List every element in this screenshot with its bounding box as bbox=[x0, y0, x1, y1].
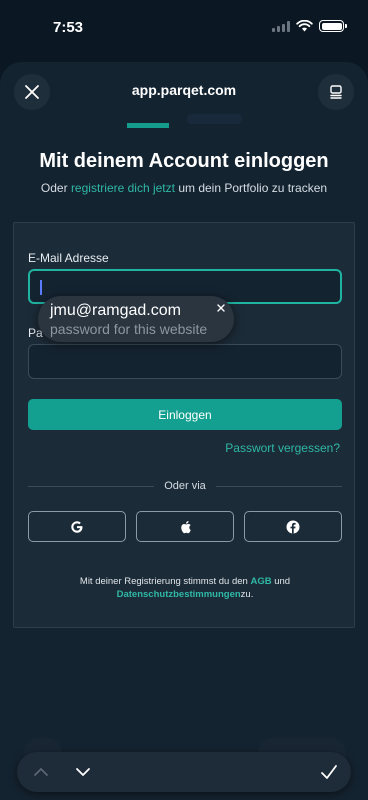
status-time: 7:53 bbox=[53, 19, 84, 36]
terms-and: und bbox=[271, 576, 291, 587]
chevron-up-icon bbox=[34, 768, 48, 776]
facebook-icon bbox=[286, 520, 300, 533]
text-caret bbox=[40, 280, 42, 295]
forgot-password-link[interactable]: Passwort vergessen? bbox=[225, 441, 340, 455]
facebook-login-button[interactable] bbox=[244, 511, 342, 542]
divider-line-right bbox=[215, 485, 343, 487]
logo-accent-bar bbox=[127, 123, 169, 128]
reader-menu-icon bbox=[330, 85, 342, 99]
autofill-hint: password for this website bbox=[50, 321, 208, 337]
login-card: E-Mail Adresse Pa Einloggen Passwort ver… bbox=[13, 222, 355, 628]
autofill-email: jmu@ramgad.com bbox=[50, 302, 181, 319]
sheet-url: app.parqet.com bbox=[131, 82, 237, 98]
previous-field-button[interactable] bbox=[29, 760, 53, 784]
keyboard-accessory-bar bbox=[17, 752, 351, 792]
divider-text: Oder via bbox=[164, 480, 206, 492]
autofill-dismiss-button[interactable] bbox=[214, 301, 228, 315]
google-icon bbox=[71, 520, 83, 533]
login-button[interactable]: Einloggen bbox=[28, 399, 342, 430]
wifi-icon bbox=[296, 20, 313, 32]
page-subtitle: Oder registriere dich jetzt um dein Port… bbox=[0, 181, 368, 195]
cellular-signal-icon bbox=[272, 20, 290, 32]
close-icon bbox=[217, 304, 225, 312]
terms-prefix: Mit deiner Registrierung stimmst du den bbox=[79, 576, 251, 587]
logo-shadow bbox=[187, 114, 242, 124]
reader-menu-button[interactable] bbox=[318, 74, 354, 110]
email-label: E-Mail Adresse bbox=[28, 251, 109, 265]
terms-suffix: zu. bbox=[240, 589, 254, 600]
subtitle-prefix: Oder bbox=[40, 181, 71, 195]
logo-fragment bbox=[127, 114, 242, 128]
privacy-link[interactable]: Datenschutzbestimmungen bbox=[117, 589, 241, 600]
chevron-down-icon bbox=[76, 768, 90, 776]
web-sheet: app.parqet.com Mit deinem Account einlog… bbox=[0, 62, 368, 800]
page-title: Mit deinem Account einloggen bbox=[39, 150, 329, 172]
password-autofill-suggestion[interactable]: jmu@ramgad.com password for this website bbox=[38, 296, 234, 342]
agb-link[interactable]: AGB bbox=[250, 576, 271, 587]
divider-line-left bbox=[28, 485, 155, 487]
status-icons bbox=[272, 20, 347, 32]
apple-icon bbox=[180, 520, 191, 533]
terms-text: Mit deiner Registrierung stimmst du den … bbox=[14, 575, 356, 601]
google-login-button[interactable] bbox=[28, 511, 126, 542]
next-field-button[interactable] bbox=[71, 760, 95, 784]
battery-icon bbox=[319, 20, 347, 32]
divider: Oder via bbox=[28, 479, 343, 493]
done-button[interactable] bbox=[317, 760, 341, 784]
status-bar: 7:53 bbox=[0, 0, 368, 56]
register-link[interactable]: registriere dich jetzt bbox=[71, 181, 175, 195]
apple-login-button[interactable] bbox=[136, 511, 234, 542]
subtitle-suffix: um dein Portfolio zu tracken bbox=[174, 181, 328, 195]
password-field[interactable] bbox=[28, 344, 342, 379]
checkmark-icon bbox=[321, 765, 337, 779]
